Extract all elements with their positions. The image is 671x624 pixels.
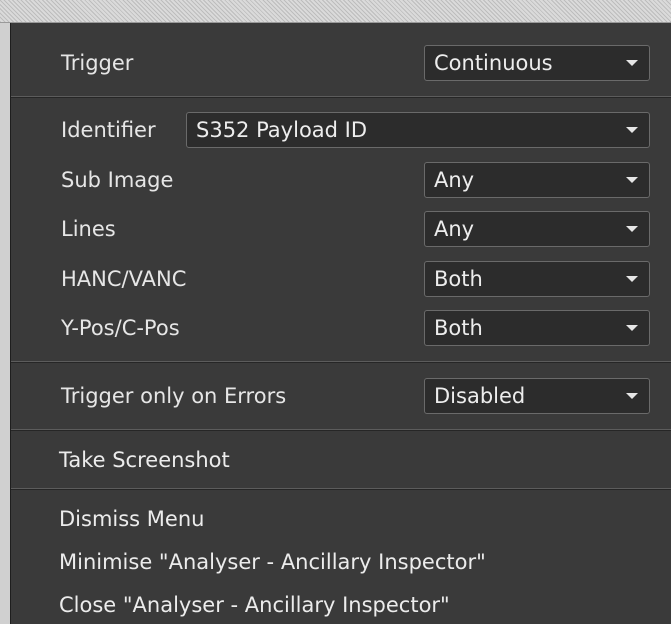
identifier-value: S352 Payload ID (196, 118, 368, 142)
lines-dropdown[interactable]: Any (424, 211, 650, 247)
identifier-label: Identifier (61, 118, 156, 142)
window-title-strip (0, 0, 671, 23)
divider (11, 361, 671, 363)
chevron-down-icon (626, 177, 638, 183)
hanc-vanc-dropdown[interactable]: Both (424, 261, 650, 297)
trigger-errors-value: Disabled (434, 384, 526, 408)
trigger-errors-dropdown[interactable]: Disabled (424, 378, 650, 414)
divider (11, 488, 671, 490)
lines-label: Lines (61, 217, 116, 241)
chevron-down-icon (626, 393, 638, 399)
chevron-down-icon (626, 60, 638, 66)
ypos-cpos-value: Both (434, 316, 483, 340)
trigger-value: Continuous (434, 51, 553, 75)
ypos-cpos-dropdown[interactable]: Both (424, 310, 650, 346)
identifier-dropdown[interactable]: S352 Payload ID (186, 112, 650, 148)
minimise-item[interactable]: Minimise "Analyser - Ancillary Inspector… (59, 548, 486, 576)
lines-value: Any (434, 217, 475, 241)
trigger-dropdown[interactable]: Continuous (424, 45, 650, 81)
divider (11, 429, 671, 431)
take-screenshot-item[interactable]: Take Screenshot (59, 446, 230, 474)
sub-image-value: Any (434, 168, 475, 192)
hanc-vanc-value: Both (434, 267, 483, 291)
trigger-label: Trigger (61, 51, 134, 75)
context-menu: Trigger Continuous Identifier S352 Paylo… (10, 23, 671, 624)
divider (11, 96, 671, 98)
close-item[interactable]: Close "Analyser - Ancillary Inspector" (59, 591, 450, 619)
chevron-down-icon (626, 276, 638, 282)
chevron-down-icon (626, 127, 638, 133)
chevron-down-icon (626, 226, 638, 232)
trigger-errors-label: Trigger only on Errors (61, 384, 287, 408)
sub-image-dropdown[interactable]: Any (424, 162, 650, 198)
hanc-vanc-label: HANC/VANC (61, 267, 187, 291)
chevron-down-icon (626, 325, 638, 331)
sub-image-label: Sub Image (61, 168, 174, 192)
dismiss-menu-item[interactable]: Dismiss Menu (59, 505, 204, 533)
ypos-cpos-label: Y-Pos/C-Pos (61, 316, 180, 340)
page: Trigger Continuous Identifier S352 Paylo… (0, 0, 671, 624)
